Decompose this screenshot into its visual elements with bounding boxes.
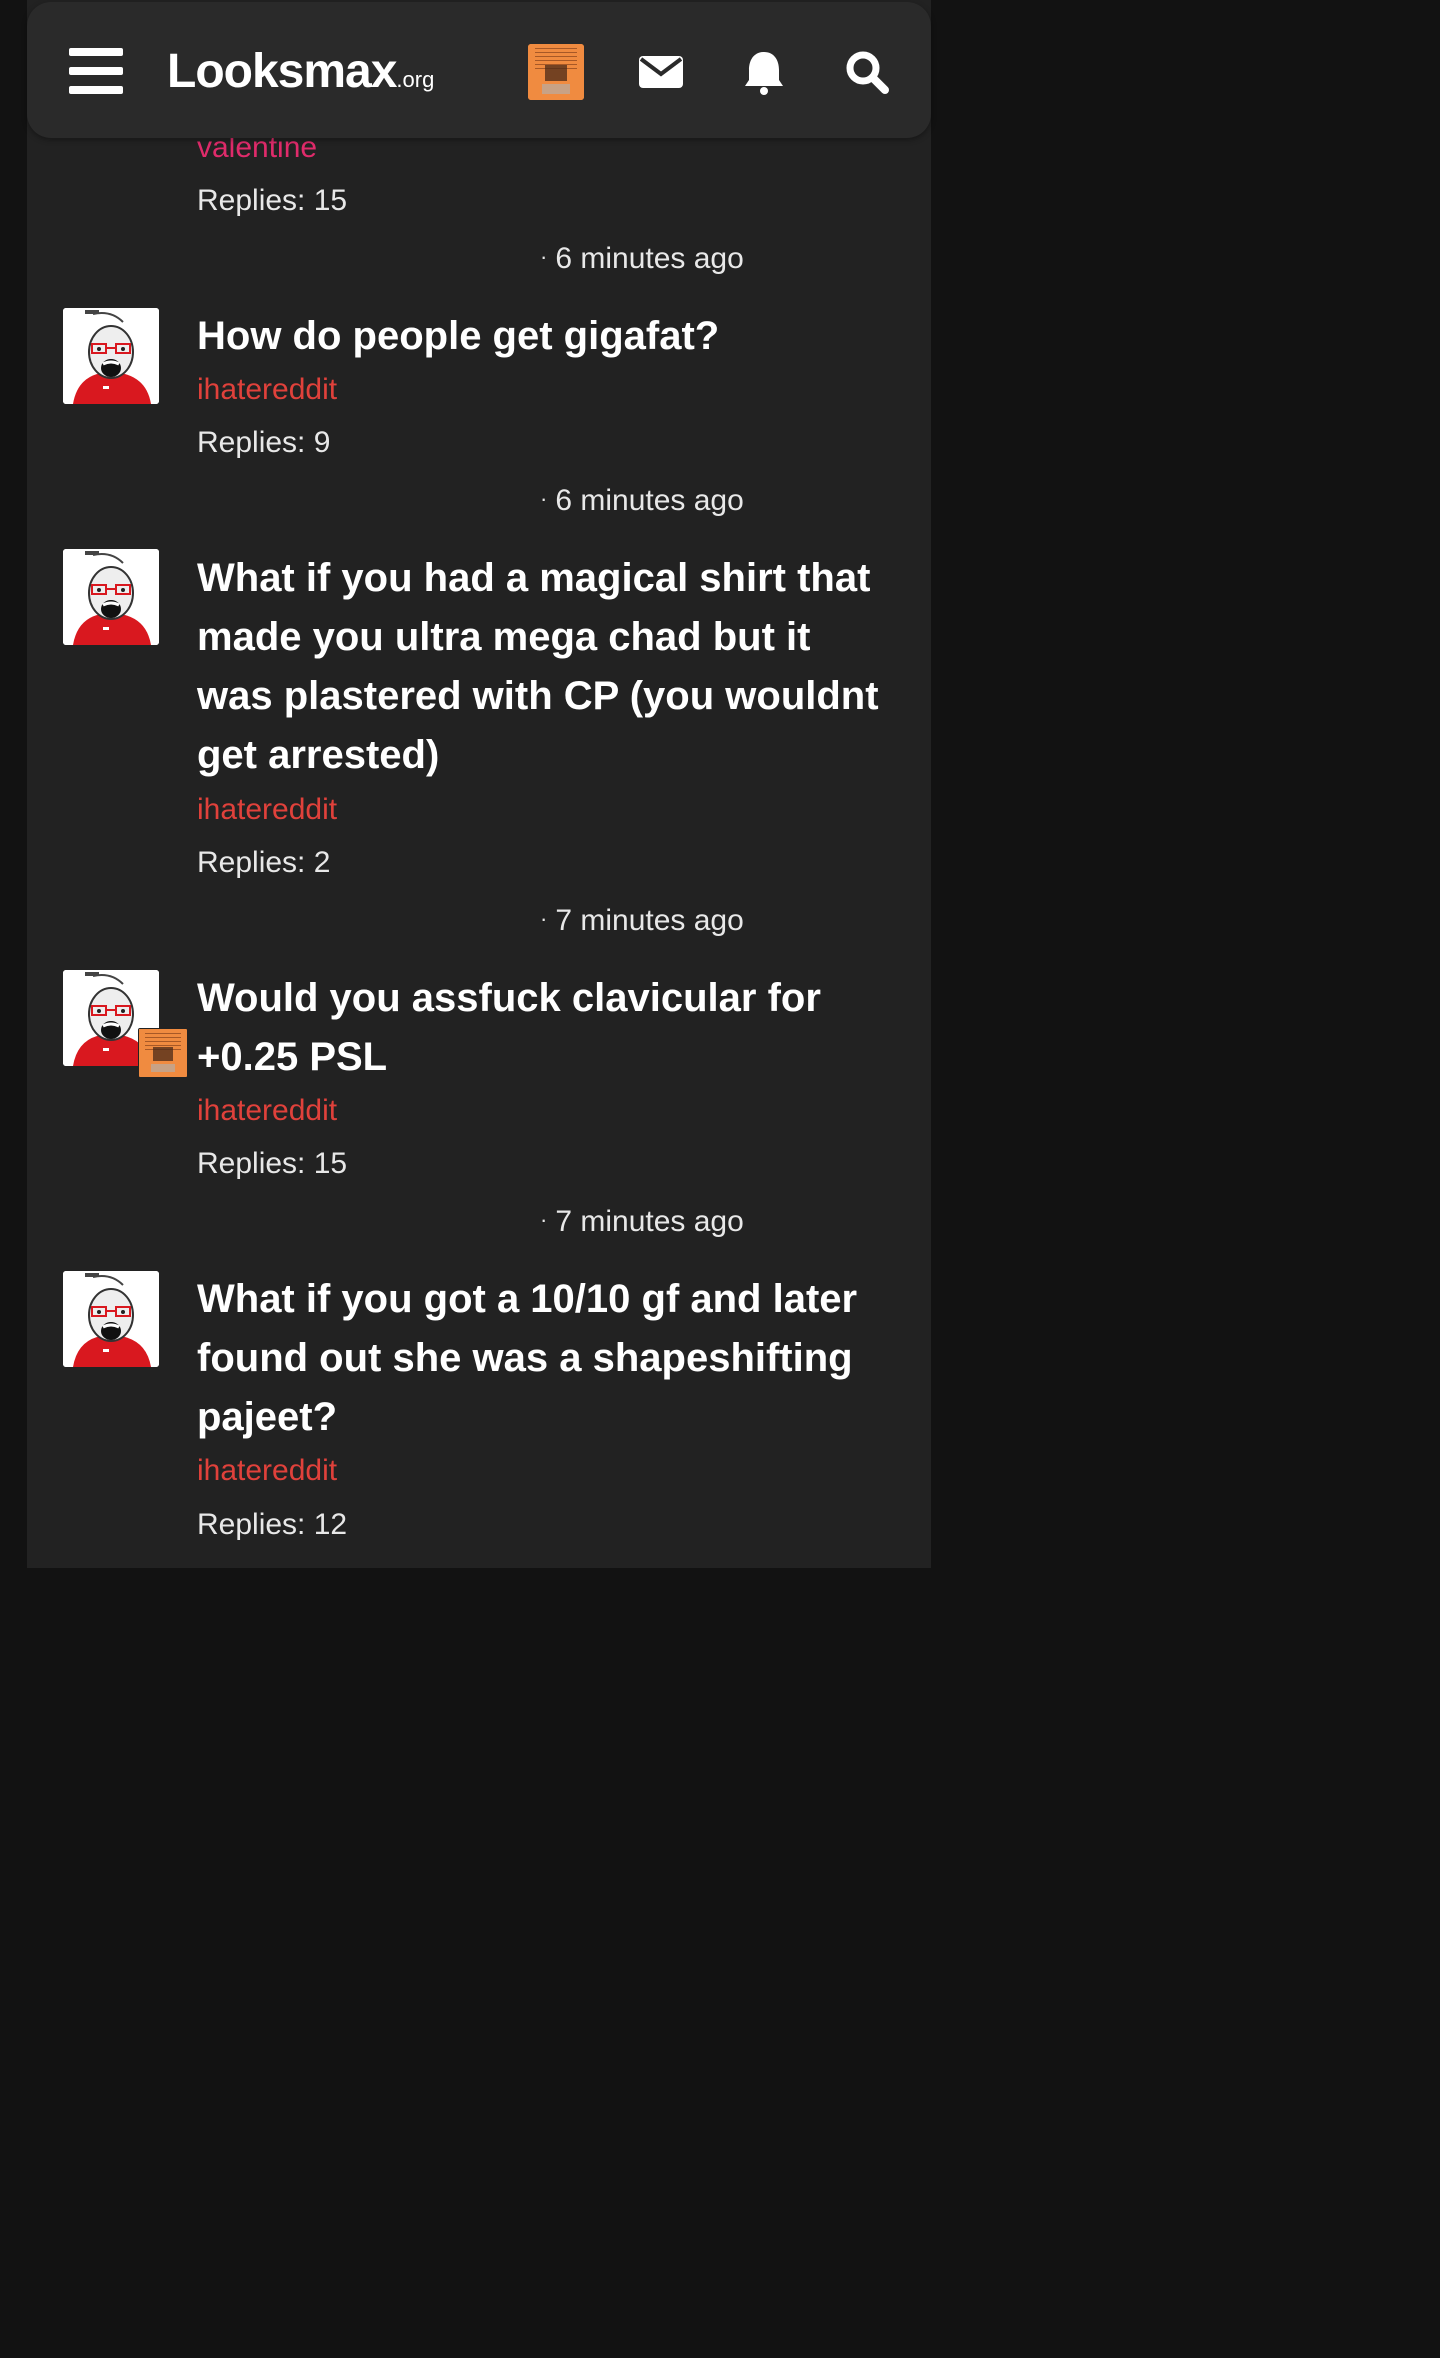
thread-time-label: 7 minutes ago [555,1205,744,1238]
thread-title[interactable]: What if you had a magical shirt that mad… [197,549,897,785]
thread-title[interactable]: What if you got a 10/10 gf and later fou… [197,1270,897,1447]
envelope-icon[interactable] [633,46,689,98]
separator-dot: · [540,1207,548,1232]
avatar[interactable] [63,1271,159,1367]
separator-dot: · [540,244,548,269]
thread-replies: Replies: 2 [197,846,331,879]
thread-time[interactable]: · 7 minutes ago [540,1202,744,1244]
avatar-image [63,1271,159,1367]
thread-time[interactable]: · 7 minutes ago [540,901,744,943]
participant-avatar[interactable] [138,1028,188,1078]
logo-tld: .org [396,67,435,92]
thread-author[interactable]: ihatereddit [197,1451,337,1491]
site-logo[interactable]: Looksmax.org [167,42,434,110]
separator-dot: · [540,486,548,511]
user-avatar[interactable] [528,44,584,100]
thread-author[interactable]: ihatereddit [197,1091,337,1131]
thread-replies: Replies: 12 [197,1508,348,1541]
avatar-image [63,308,159,404]
thread-replies: Replies: 9 [197,426,331,459]
top-navigation-bar: Looksmax.org [27,2,931,138]
thread-author[interactable]: ihatereddit [197,370,337,410]
album-art-image [528,44,584,100]
separator-dot: · [540,906,548,931]
logo-text: Looksmax [167,45,397,98]
thread-time-label: 6 minutes ago [555,484,744,517]
thread-author[interactable]: ihatereddit [197,790,337,830]
thread-time-label: 7 minutes ago [555,904,744,937]
thread-replies: Replies: 15 [197,1147,348,1180]
page: valentine Replies: 15 · 6 minutes ago Ho… [0,0,958,1568]
avatar-image [63,549,159,645]
thread-title[interactable]: How do people get gigafat? [197,307,897,366]
avatar[interactable] [63,308,159,404]
avatar[interactable] [63,549,159,645]
album-art-image [139,1029,187,1077]
thread-time-label: 6 minutes ago [555,242,744,275]
search-icon[interactable] [839,46,895,98]
thread-time[interactable]: · 6 minutes ago [540,239,744,281]
bell-icon[interactable] [736,46,792,98]
thread-time[interactable]: · 6 minutes ago [540,481,744,523]
menu-icon[interactable] [69,48,123,94]
thread-title[interactable]: Would you assfuck clavicular for +0.25 P… [197,969,897,1087]
thread-replies: Replies: 15 [197,184,348,217]
